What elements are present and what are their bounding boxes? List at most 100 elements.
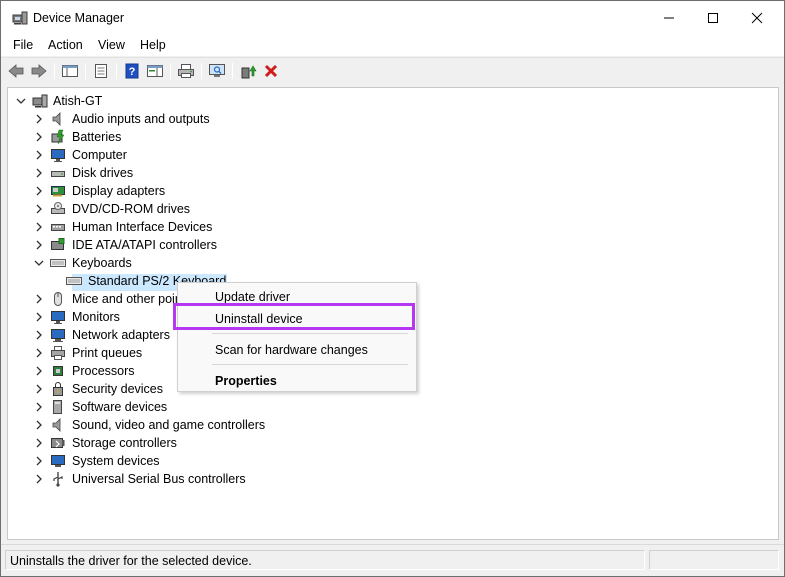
monitor-icon bbox=[51, 149, 65, 162]
context-properties[interactable]: Properties bbox=[178, 369, 416, 391]
tree-category[interactable]: Display adapters bbox=[8, 182, 408, 200]
keyboard-icon bbox=[50, 259, 66, 267]
context-separator bbox=[212, 333, 408, 334]
uninstall-highlight-box bbox=[173, 303, 415, 330]
chevron-right-icon[interactable] bbox=[33, 383, 45, 395]
chevron-right-icon[interactable] bbox=[33, 167, 45, 179]
window-title: Device Manager bbox=[33, 11, 125, 25]
chevron-right-icon[interactable] bbox=[33, 221, 45, 233]
tree-root[interactable]: Atish-GT bbox=[8, 92, 408, 110]
chevron-down-icon[interactable] bbox=[15, 95, 27, 107]
chevron-right-icon[interactable] bbox=[33, 473, 45, 485]
tree-item-label: Print queues bbox=[72, 346, 143, 360]
usb-icon bbox=[53, 472, 63, 487]
uninstall-toolbar-button[interactable] bbox=[262, 62, 280, 80]
chevron-right-icon[interactable] bbox=[33, 419, 45, 431]
back-button[interactable] bbox=[7, 62, 25, 80]
chevron-right-icon[interactable] bbox=[33, 239, 45, 251]
tree-item-label: Display adapters bbox=[72, 184, 166, 198]
tree-category[interactable]: Sound, video and game controllers bbox=[8, 416, 408, 434]
chevron-right-icon[interactable] bbox=[33, 131, 45, 143]
toolbar-separator bbox=[201, 63, 202, 79]
tree-category[interactable]: DVD/CD-ROM drives bbox=[8, 200, 408, 218]
forward-button[interactable] bbox=[30, 62, 48, 80]
tree-category[interactable]: Keyboards bbox=[8, 254, 408, 272]
context-scan-hardware[interactable]: Scan for hardware changes bbox=[178, 338, 416, 360]
device-manager-icon bbox=[12, 11, 28, 25]
tree-category[interactable]: Disk drives bbox=[8, 164, 408, 182]
hid-icon bbox=[51, 224, 65, 231]
context-properties-label: Properties bbox=[215, 374, 277, 388]
show-hide-console-tree-button[interactable] bbox=[61, 62, 79, 80]
tree-category[interactable]: Audio inputs and outputs bbox=[8, 110, 408, 128]
device-manager-window: Device Manager File Action View Help ? A… bbox=[0, 0, 785, 577]
status-cell: Uninstalls the driver for the selected d… bbox=[5, 550, 645, 570]
chevron-right-icon[interactable] bbox=[33, 455, 45, 467]
maximize-button[interactable] bbox=[690, 1, 736, 35]
security-device-icon bbox=[53, 382, 63, 396]
close-button[interactable] bbox=[734, 1, 780, 35]
tree-category[interactable]: Universal Serial Bus controllers bbox=[8, 470, 408, 488]
chevron-right-icon[interactable] bbox=[33, 347, 45, 359]
help-button[interactable]: ? bbox=[123, 62, 141, 80]
uninstall-x-icon bbox=[264, 64, 278, 78]
print-button[interactable] bbox=[177, 62, 195, 80]
forward-arrow-icon bbox=[31, 64, 47, 78]
menu-action[interactable]: Action bbox=[48, 38, 83, 52]
toolbar-separator bbox=[54, 63, 55, 79]
chevron-right-icon[interactable] bbox=[33, 293, 45, 305]
chevron-right-icon[interactable] bbox=[33, 185, 45, 197]
chevron-down-icon[interactable] bbox=[33, 257, 45, 269]
tree-item-label: Batteries bbox=[72, 130, 122, 144]
printer-icon bbox=[51, 346, 65, 360]
dvd-drive-icon bbox=[51, 202, 65, 214]
tree-item-label: Universal Serial Bus controllers bbox=[72, 472, 246, 486]
ide-controller-icon bbox=[51, 238, 65, 250]
minimize-button[interactable] bbox=[646, 1, 692, 35]
toolbar-separator bbox=[232, 63, 233, 79]
scan-monitor-icon bbox=[209, 64, 225, 77]
action-pane-button[interactable] bbox=[146, 62, 164, 80]
svg-text:?: ? bbox=[129, 66, 136, 78]
tree-category[interactable]: IDE ATA/ATAPI controllers bbox=[8, 236, 408, 254]
menu-view[interactable]: View bbox=[98, 38, 125, 52]
tree-item-label: Audio inputs and outputs bbox=[72, 112, 210, 126]
chevron-right-icon[interactable] bbox=[33, 401, 45, 413]
tree-category[interactable]: Software devices bbox=[8, 398, 408, 416]
tree-category[interactable]: Storage controllers bbox=[8, 434, 408, 452]
network-adapter-icon bbox=[51, 329, 65, 342]
monitor-icon bbox=[51, 311, 65, 324]
chevron-right-icon[interactable] bbox=[33, 329, 45, 341]
chevron-right-icon[interactable] bbox=[33, 437, 45, 449]
chevron-right-icon[interactable] bbox=[33, 149, 45, 161]
root-label: Atish-GT bbox=[53, 94, 103, 108]
menu-file[interactable]: File bbox=[13, 38, 33, 52]
chevron-right-icon[interactable] bbox=[33, 203, 45, 215]
chevron-right-icon[interactable] bbox=[33, 311, 45, 323]
chevron-right-icon[interactable] bbox=[33, 113, 45, 125]
tree-category[interactable]: Computer bbox=[8, 146, 408, 164]
tree-category[interactable]: Human Interface Devices bbox=[8, 218, 408, 236]
back-arrow-icon bbox=[8, 64, 24, 78]
chevron-right-icon[interactable] bbox=[33, 365, 45, 377]
tree-item-label: DVD/CD-ROM drives bbox=[72, 202, 191, 216]
processor-icon bbox=[53, 366, 63, 376]
close-icon bbox=[751, 12, 763, 24]
context-scan-hardware-label: Scan for hardware changes bbox=[215, 343, 368, 357]
properties-sheet-icon bbox=[95, 64, 107, 78]
title-bar[interactable]: Device Manager bbox=[1, 1, 784, 35]
scan-hardware-button[interactable] bbox=[208, 62, 226, 80]
update-driver-icon bbox=[241, 65, 257, 79]
tree-category[interactable]: Batteries bbox=[8, 128, 408, 146]
tree-item-label: Human Interface Devices bbox=[72, 220, 213, 234]
context-menu: Update driver Uninstall device Scan for … bbox=[177, 282, 417, 392]
tree-item-label: Computer bbox=[72, 148, 127, 162]
properties-toolbar-button[interactable] bbox=[92, 62, 110, 80]
menu-help[interactable]: Help bbox=[140, 38, 166, 52]
update-driver-toolbar-button[interactable] bbox=[239, 62, 257, 80]
maximize-icon bbox=[708, 13, 718, 23]
system-device-icon bbox=[51, 455, 65, 467]
toolbar: ? bbox=[1, 57, 784, 83]
tree-category[interactable]: System devices bbox=[8, 452, 408, 470]
toolbar-separator bbox=[85, 63, 86, 79]
